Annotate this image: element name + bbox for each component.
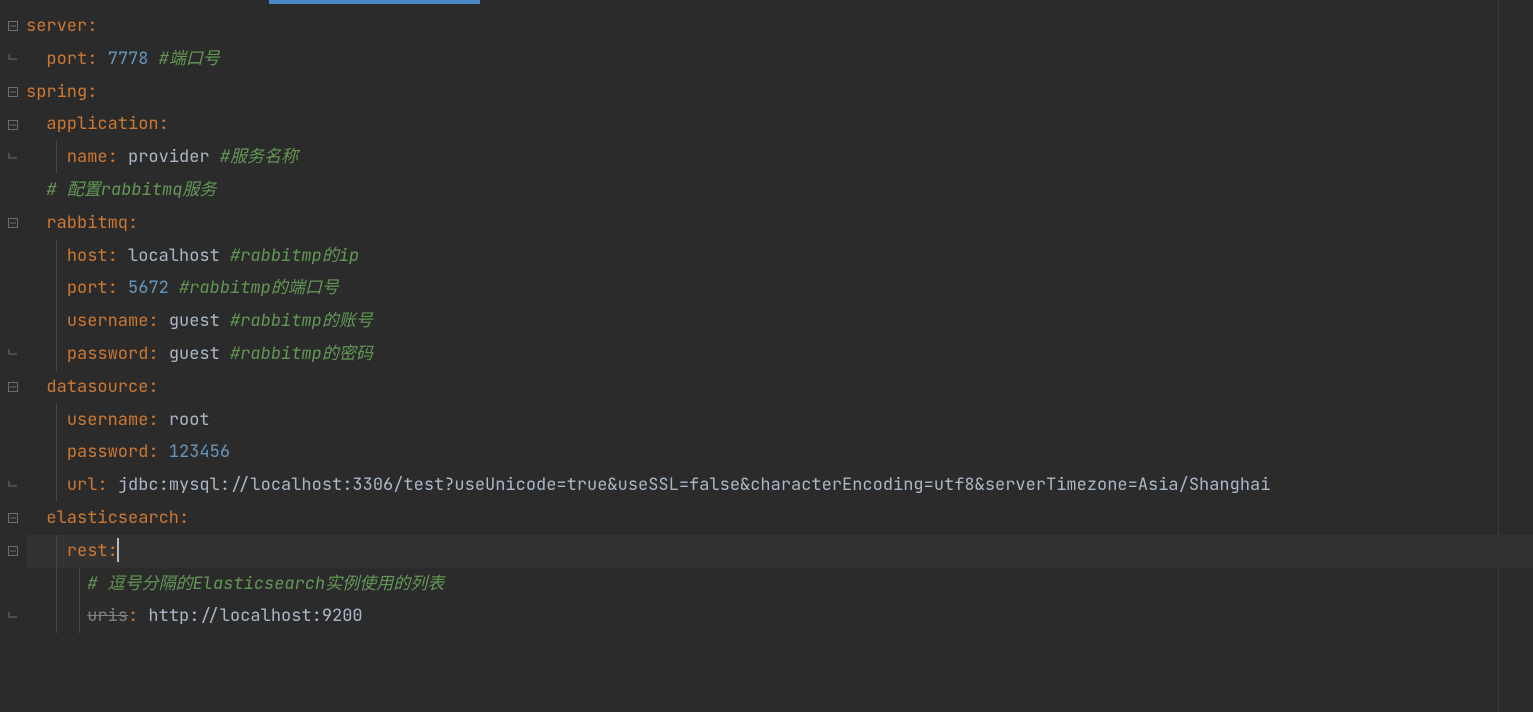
yaml-number: 123456 [169,441,230,463]
yaml-number: 5672 [128,277,179,299]
fold-toggle[interactable] [0,535,26,568]
code-line[interactable]: uris: http://localhost:9200 [26,600,1533,633]
yaml-key: rabbitmq [46,212,128,234]
yaml-value: : [148,441,168,463]
fold-toggle[interactable] [0,469,26,502]
fold-toggle[interactable] [0,10,26,43]
yaml-value: : [148,310,168,332]
yaml-value: localhost [128,245,230,267]
yaml-key: application [46,113,158,135]
yaml-value: : [148,376,158,398]
yaml-value: : [87,15,97,37]
yaml-value: jdbc:mysql://localhost:3306/test?useUnic… [118,474,1271,496]
gutter [0,0,26,712]
code-line[interactable]: datasource: [26,371,1533,404]
fold-toggle[interactable] [0,371,26,404]
yaml-comment: # 配置rabbitmq服务 [46,179,216,201]
code-area[interactable]: server: port: 7778 #端口号spring: applicati… [26,0,1533,712]
code-line[interactable]: # 配置rabbitmq服务 [26,174,1533,207]
yaml-value: guest [169,343,230,365]
code-line[interactable]: # 逗号分隔的Elasticsearch实例使用的列表 [26,568,1533,601]
yaml-key: password [67,343,149,365]
yaml-value: : [87,81,97,103]
yaml-value: : [108,245,128,267]
fold-toggle[interactable] [0,43,26,76]
yaml-value: : [128,212,138,234]
code-line[interactable]: elasticsearch: [26,502,1533,535]
fold-toggle[interactable] [0,502,26,535]
fold-toggle [0,404,26,437]
fold-toggle[interactable] [0,338,26,371]
code-line[interactable]: rest: [26,535,1533,568]
yaml-key: username [67,310,149,332]
code-line[interactable]: username: root [26,404,1533,437]
fold-toggle[interactable] [0,108,26,141]
yaml-key: username [67,409,149,431]
yaml-key: password [67,441,149,463]
yaml-key: url [67,474,98,496]
yaml-value: : [108,277,128,299]
code-line[interactable]: host: localhost #rabbitmp的ip [26,240,1533,273]
yaml-value: : [87,48,107,70]
yaml-value: root [169,409,210,431]
yaml-key: name [67,146,108,168]
yaml-value: : [148,343,168,365]
code-line[interactable]: server: [26,10,1533,43]
yaml-key: uris [87,605,128,627]
code-line[interactable]: name: provider #服务名称 [26,141,1533,174]
yaml-key: host [67,245,108,267]
yaml-value: http://localhost:9200 [148,605,362,627]
fold-toggle [0,240,26,273]
yaml-key: server [26,15,87,37]
yaml-comment: #端口号 [159,48,220,70]
fold-toggle [0,174,26,207]
yaml-comment: #rabbitmp的密码 [230,343,373,365]
yaml-key: elasticsearch [46,507,179,529]
yaml-number: 7778 [108,48,159,70]
yaml-key: port [67,277,108,299]
code-line[interactable]: port: 7778 #端口号 [26,43,1533,76]
fold-toggle[interactable] [0,76,26,109]
yaml-key: datasource [46,376,148,398]
fold-toggle[interactable] [0,141,26,174]
yaml-key: rest [67,540,108,562]
fold-toggle [0,568,26,601]
yaml-value: guest [169,310,230,332]
yaml-value: : [128,605,148,627]
yaml-value: : [148,409,168,431]
yaml-comment: # 逗号分隔的Elasticsearch实例使用的列表 [87,573,444,595]
yaml-comment: #rabbitmp的端口号 [179,277,339,299]
code-line[interactable]: url: jdbc:mysql://localhost:3306/test?us… [26,469,1533,502]
yaml-comment: #服务名称 [220,146,298,168]
text-caret [117,538,119,562]
yaml-value: : [108,146,128,168]
code-line[interactable]: spring: [26,76,1533,109]
fold-toggle [0,272,26,305]
yaml-value: : [179,507,189,529]
code-line[interactable]: username: guest #rabbitmp的账号 [26,305,1533,338]
code-line[interactable]: port: 5672 #rabbitmp的端口号 [26,272,1533,305]
code-line[interactable]: rabbitmq: [26,207,1533,240]
code-line[interactable]: password: guest #rabbitmp的密码 [26,338,1533,371]
code-line[interactable]: password: 123456 [26,436,1533,469]
code-line[interactable]: application: [26,108,1533,141]
yaml-key: port [46,48,87,70]
yaml-value: : [97,474,117,496]
fold-toggle [0,305,26,338]
yaml-key: spring [26,81,87,103]
yaml-value: : [159,113,169,135]
code-editor[interactable]: server: port: 7778 #端口号spring: applicati… [0,0,1533,712]
yaml-value: provider [128,146,220,168]
yaml-comment: #rabbitmp的账号 [230,310,373,332]
yaml-comment: #rabbitmp的ip [230,245,359,267]
fold-toggle [0,436,26,469]
fold-toggle[interactable] [0,207,26,240]
fold-toggle[interactable] [0,600,26,633]
